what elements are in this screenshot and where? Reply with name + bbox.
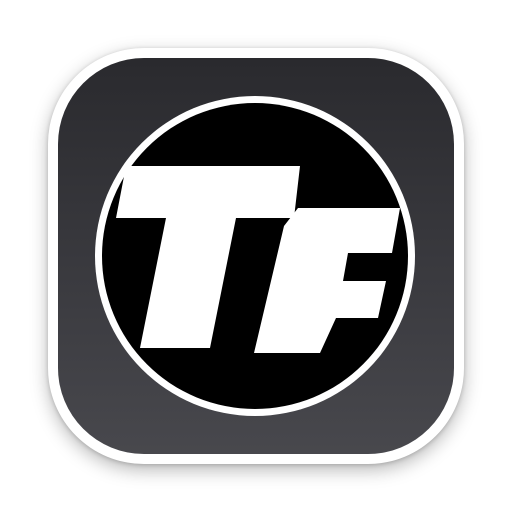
tf-logo-emblem bbox=[95, 96, 415, 416]
app-icon-face: TF bbox=[58, 58, 454, 454]
logo-disc bbox=[102, 103, 408, 409]
canvas: TF bbox=[0, 0, 512, 512]
app-icon[interactable]: TF bbox=[48, 48, 464, 464]
